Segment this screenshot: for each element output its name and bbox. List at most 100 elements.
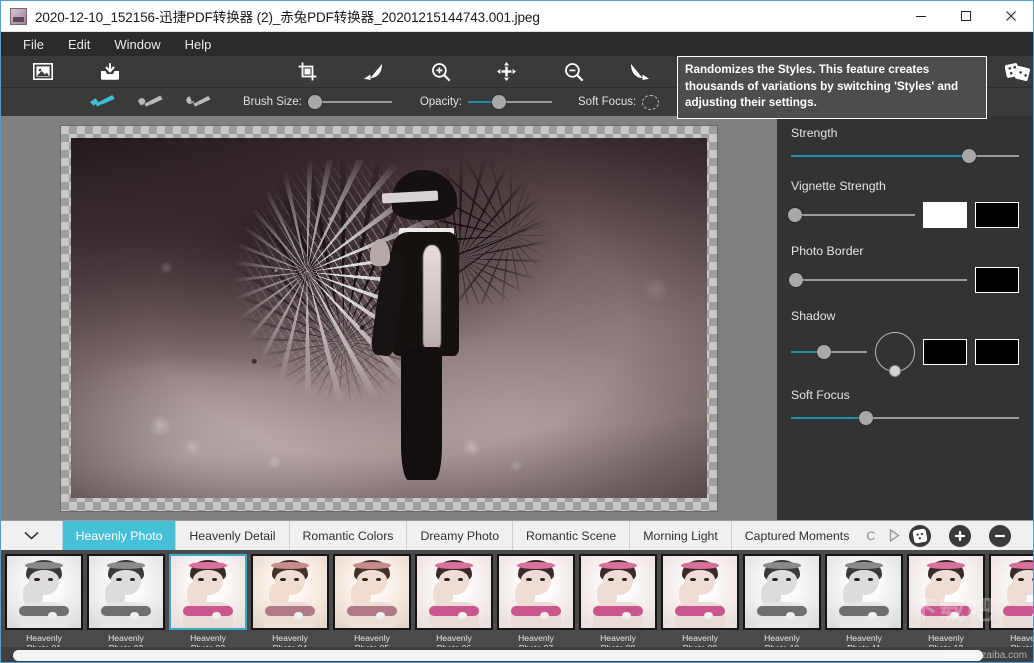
- thumbnail-caption-line1: Heavenly: [87, 633, 165, 643]
- thumbnail-image[interactable]: [169, 554, 247, 630]
- opacity-knob[interactable]: [492, 95, 506, 109]
- vignette-color-swatch-dark[interactable]: [975, 202, 1019, 228]
- thumbnail-caption-line1: Heavenly: [825, 633, 903, 643]
- thumbnail-image[interactable]: [825, 554, 903, 630]
- preset-thumbnail-strip[interactable]: HeavenlyPhoto 01HeavenlyPhoto 02Heavenly…: [1, 550, 1033, 663]
- save-tray-icon[interactable]: [96, 59, 126, 85]
- canvas-area[interactable]: [1, 116, 777, 520]
- thumbnail-scrollbar[interactable]: [1, 647, 1033, 663]
- shadow-color-swatch-2[interactable]: [975, 339, 1019, 365]
- thumbnail-item[interactable]: HeavenlyPhoto 04: [251, 554, 329, 653]
- vignette-strength-knob[interactable]: [788, 208, 802, 222]
- undo-arrow-icon[interactable]: [359, 59, 389, 85]
- thumbnail-item[interactable]: HeavenlyPhoto 01: [5, 554, 83, 653]
- soft-focus-knob[interactable]: [859, 411, 873, 425]
- thumbnail-item[interactable]: HeavenlyPhoto 11: [825, 554, 903, 653]
- shadow-slider[interactable]: [791, 345, 867, 359]
- thumbnail-image[interactable]: [989, 554, 1033, 630]
- thumbnail-item[interactable]: HeavenlyPhoto 03: [169, 554, 247, 653]
- photo-border-color-swatch[interactable]: [975, 267, 1019, 293]
- menu-file[interactable]: File: [11, 34, 56, 55]
- thumbnail-caption-line1: Heavenly: [415, 633, 493, 643]
- tab-heavenly-detail[interactable]: Heavenly Detail: [176, 521, 289, 550]
- brush-icon[interactable]: [89, 91, 117, 113]
- shadow-color-swatch-1[interactable]: [923, 339, 967, 365]
- thumbnail-image[interactable]: [5, 554, 83, 630]
- thumbnail-item[interactable]: HeavenlyPhoto 12: [907, 554, 985, 653]
- shadow-angle-dial[interactable]: [875, 332, 915, 372]
- tab-dreamy-photo[interactable]: Dreamy Photo: [407, 521, 513, 550]
- thumbnail-caption-line1: Heavenly: [661, 633, 739, 643]
- thumbnail-caption-line1: Heavenly: [579, 633, 657, 643]
- restore-brush-icon[interactable]: [185, 91, 213, 113]
- thumbnail-image[interactable]: [497, 554, 575, 630]
- thumbnail-item[interactable]: HeavenlyPhoto 07: [497, 554, 575, 653]
- crop-icon[interactable]: [293, 59, 323, 85]
- vignette-strength-label: Vignette Strength: [791, 179, 1019, 193]
- opacity-slider[interactable]: [468, 95, 552, 109]
- tab-heavenly-photo[interactable]: Heavenly Photo: [63, 521, 177, 550]
- thumbnail-image[interactable]: [661, 554, 739, 630]
- menu-edit[interactable]: Edit: [56, 34, 102, 55]
- redo-arrow-icon[interactable]: [625, 59, 655, 85]
- thumbnail-caption-line1: Heavenly: [497, 633, 575, 643]
- tab-romantic-scene[interactable]: Romantic Scene: [513, 521, 630, 550]
- thumbnail-scrollbar-thumb[interactable]: [13, 650, 983, 661]
- thumbnail-caption-line1: Heavenly: [251, 633, 329, 643]
- image-icon[interactable]: [28, 59, 58, 85]
- tab-romantic-colors[interactable]: Romantic Colors: [290, 521, 408, 550]
- menu-window[interactable]: Window: [102, 34, 172, 55]
- thumbnail-list: HeavenlyPhoto 01HeavenlyPhoto 02Heavenly…: [1, 550, 1033, 653]
- menu-help[interactable]: Help: [173, 34, 224, 55]
- thumbnail-image[interactable]: [743, 554, 821, 630]
- brush-size-slider[interactable]: [308, 95, 392, 109]
- close-button[interactable]: [988, 1, 1033, 32]
- thumbnail-item[interactable]: HeavenlyPhoto 13: [989, 554, 1033, 653]
- thumbnail-image[interactable]: [251, 554, 329, 630]
- strength-knob[interactable]: [962, 149, 976, 163]
- vignette-color-swatch-light[interactable]: [923, 202, 967, 228]
- thumbnail-image[interactable]: [415, 554, 493, 630]
- strength-slider[interactable]: [791, 149, 1019, 163]
- triangle-right-icon[interactable]: [879, 521, 909, 550]
- opacity-label: Opacity:: [420, 96, 462, 108]
- magnifier-plus-icon[interactable]: [426, 59, 456, 85]
- photo-border-track: [791, 279, 967, 281]
- thumbnail-image[interactable]: [87, 554, 165, 630]
- minimize-button[interactable]: [898, 1, 943, 32]
- photo-border-knob[interactable]: [789, 273, 803, 287]
- photo-border-label: Photo Border: [791, 244, 1019, 258]
- thumbnail-item[interactable]: HeavenlyPhoto 02: [87, 554, 165, 653]
- thumbnail-image[interactable]: [579, 554, 657, 630]
- move-arrows-icon[interactable]: [492, 59, 522, 85]
- thumbnail-image[interactable]: [907, 554, 985, 630]
- tab-morning-light[interactable]: Morning Light: [630, 521, 732, 550]
- thumbnail-item[interactable]: HeavenlyPhoto 06: [415, 554, 493, 653]
- plus-icon[interactable]: [949, 525, 971, 547]
- dashed-circle-icon[interactable]: [642, 95, 659, 110]
- minus-icon[interactable]: [989, 525, 1011, 547]
- shadow-knob[interactable]: [817, 345, 831, 359]
- shadow-angle-knob[interactable]: [889, 365, 901, 377]
- photo-border-slider[interactable]: [791, 273, 967, 287]
- dice-pair-icon[interactable]: [1003, 59, 1033, 85]
- magnifier-minus-icon[interactable]: [559, 59, 589, 85]
- chevron-down-icon[interactable]: [1, 521, 63, 550]
- tab-captured-moments[interactable]: Captured Moments: [732, 521, 863, 550]
- thumbnail-image[interactable]: [333, 554, 411, 630]
- tab-clipped-next[interactable]: C: [862, 521, 879, 550]
- eraser-brush-icon[interactable]: [137, 91, 165, 113]
- soft-focus-panel-label: Soft Focus: [791, 388, 1019, 402]
- thumbnail-item[interactable]: HeavenlyPhoto 05: [333, 554, 411, 653]
- brush-size-knob[interactable]: [308, 95, 322, 109]
- soft-focus-slider[interactable]: [791, 411, 1019, 425]
- maximize-button[interactable]: [943, 1, 988, 32]
- dice-icon[interactable]: [909, 525, 931, 547]
- thumbnail-item[interactable]: HeavenlyPhoto 08: [579, 554, 657, 653]
- vignette-strength-slider[interactable]: [791, 208, 915, 222]
- image-canvas[interactable]: [71, 138, 707, 498]
- thumbnail-item[interactable]: HeavenlyPhoto 09: [661, 554, 739, 653]
- window-title: 2020-12-10_152156-迅捷PDF转换器 (2)_赤兔PDF转换器_…: [35, 6, 540, 26]
- thumbnail-item[interactable]: HeavenlyPhoto 10: [743, 554, 821, 653]
- thumbnail-caption-line1: Heavenly: [743, 633, 821, 643]
